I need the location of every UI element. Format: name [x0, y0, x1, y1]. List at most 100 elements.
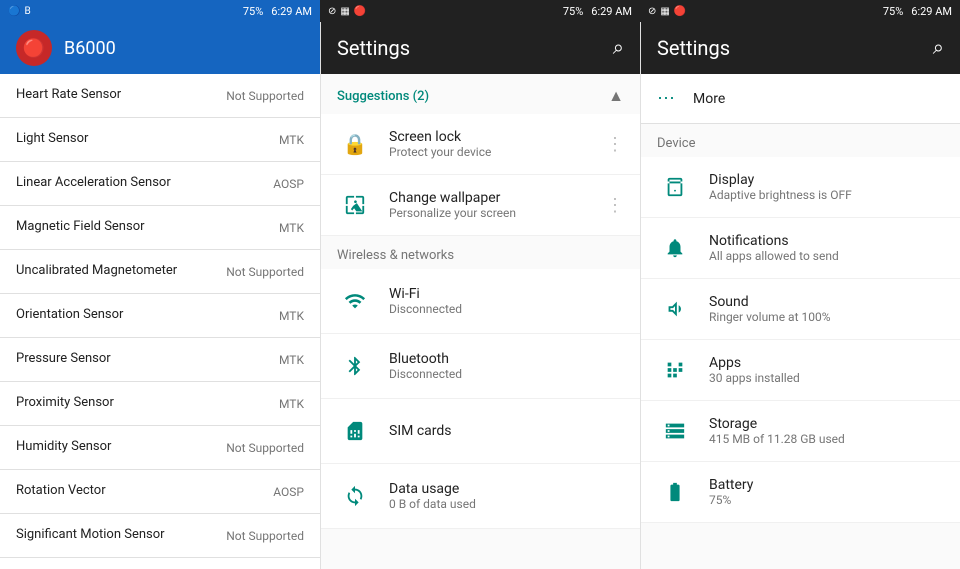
sensor-value: Not Supported — [226, 89, 304, 103]
wifi-item[interactable]: Wi-Fi Disconnected — [321, 269, 640, 334]
more-label: More — [693, 91, 725, 107]
sensor-value: Not Supported — [226, 529, 304, 543]
sensor-value: MTK — [279, 353, 304, 367]
time-right: 6:29 AM — [911, 5, 952, 18]
sensor-value: Not Supported — [226, 441, 304, 455]
middle-left-icons: ⊘ ▦ 🔴 — [328, 6, 366, 17]
sim-title: SIM cards — [389, 423, 624, 439]
left-status-icons: 🔵 B — [8, 6, 31, 17]
search-button-mid[interactable]: ⌕ — [613, 37, 624, 60]
apps-text: Apps 30 apps installed — [709, 355, 944, 385]
display-item[interactable]: Display Adaptive brightness is OFF — [641, 157, 960, 218]
more-vert-lock[interactable]: ⋮ — [606, 134, 624, 155]
sensor-name: Orientation Sensor — [16, 307, 271, 324]
battery-text: Battery 75% — [709, 477, 944, 507]
sensor-name: Magnetic Field Sensor — [16, 219, 271, 236]
right-right-icons: 75% 6:29 AM — [883, 5, 952, 18]
status-bar-left: 🔵 B 75% 6:29 AM — [0, 0, 320, 22]
suggestion-wallpaper-text: Change wallpaper Personalize your screen — [389, 190, 606, 220]
bluetooth-text: Bluetooth Disconnected — [389, 351, 624, 381]
wifi-icon-mid: ▦ — [340, 6, 349, 17]
sensor-list: Heart Rate Sensor Not Supported Light Se… — [0, 74, 320, 569]
time-mid: 6:29 AM — [591, 5, 632, 18]
suggestion-screen-lock-text: Screen lock Protect your device — [389, 129, 606, 159]
sound-sub: Ringer volume at 100% — [709, 310, 944, 324]
sound-title: Sound — [709, 294, 944, 310]
battery-title: Battery — [709, 477, 944, 493]
sensor-item: Humidity Sensor Not Supported — [0, 426, 320, 470]
display-title: Display — [709, 172, 944, 188]
settings-header-mid: Settings ⌕ — [321, 22, 640, 74]
battery-item[interactable]: Battery 75% — [641, 462, 960, 523]
more-section[interactable]: ⋯ More — [641, 74, 960, 124]
fire-icon-mid: 🔴 — [354, 6, 366, 17]
more-vert-wallpaper[interactable]: ⋮ — [606, 195, 624, 216]
sensor-item: Magnetic Field Sensor MTK — [0, 206, 320, 250]
storage-title: Storage — [709, 416, 944, 432]
panel-settings-right: Settings ⌕ ⋯ More Device Display Adaptiv… — [640, 22, 960, 569]
panel-settings-mid: Settings ⌕ Suggestions (2) ▲ 🔒 Screen lo… — [320, 22, 640, 569]
sensor-value: MTK — [279, 221, 304, 235]
status-bar: 🔵 B 75% 6:29 AM ⊘ ▦ 🔴 75% 6:29 AM ⊘ ▦ 🔴 … — [0, 0, 960, 22]
right-items-list: Display Adaptive brightness is OFF Notif… — [641, 157, 960, 523]
data-usage-icon — [337, 478, 373, 514]
sound-item[interactable]: Sound Ringer volume at 100% — [641, 279, 960, 340]
settings-title-mid: Settings — [337, 36, 410, 60]
sound-icon — [657, 291, 693, 327]
data-usage-item[interactable]: Data usage 0 B of data used — [321, 464, 640, 529]
sensor-item: Significant Motion Sensor Not Supported — [0, 514, 320, 558]
storage-item[interactable]: Storage 415 MB of 11.28 GB used — [641, 401, 960, 462]
notifications-title: Notifications — [709, 233, 944, 249]
bluetooth-item[interactable]: Bluetooth Disconnected — [321, 334, 640, 399]
sim-item[interactable]: SIM cards — [321, 399, 640, 464]
suggestions-list: 🔒 Screen lock Protect your device ⋮ Chan… — [321, 114, 640, 236]
display-icon — [657, 169, 693, 205]
fire-icon-right: 🔴 — [674, 6, 686, 17]
search-button-right[interactable]: ⌕ — [933, 37, 944, 60]
bluetooth-settings-icon — [337, 348, 373, 384]
suggestion-wallpaper[interactable]: Change wallpaper Personalize your screen… — [321, 175, 640, 236]
bluetooth-icon: 🔵 — [8, 6, 20, 17]
collapse-icon[interactable]: ▲ — [608, 86, 624, 106]
sensor-name: Proximity Sensor — [16, 395, 271, 412]
screen-lock-sub: Protect your device — [389, 145, 606, 159]
sensor-item: Heart Rate Sensor Not Supported — [0, 74, 320, 118]
status-bar-right: ⊘ ▦ 🔴 75% 6:29 AM — [640, 0, 960, 22]
sensor-name: Humidity Sensor — [16, 439, 218, 456]
status-bar-middle: ⊘ ▦ 🔴 75% 6:29 AM — [320, 0, 640, 22]
sound-text: Sound Ringer volume at 100% — [709, 294, 944, 324]
sensor-item: Rotation Vector AOSP — [0, 470, 320, 514]
notifications-item[interactable]: Notifications All apps allowed to send — [641, 218, 960, 279]
sensor-item: Orientation Sensor MTK — [0, 294, 320, 338]
sensor-value: MTK — [279, 397, 304, 411]
suggestion-screen-lock[interactable]: 🔒 Screen lock Protect your device ⋮ — [321, 114, 640, 175]
wallpaper-sub: Personalize your screen — [389, 206, 606, 220]
sensor-item: Step Counter Sensor Not Supported — [0, 558, 320, 569]
apps-item[interactable]: Apps 30 apps installed — [641, 340, 960, 401]
sim-text: SIM cards — [389, 423, 624, 439]
sensor-name: Pressure Sensor — [16, 351, 271, 368]
bt-icon-mid: ⊘ — [328, 6, 336, 17]
app-icon-emoji: 🔴 — [23, 38, 45, 59]
sensor-name: Significant Motion Sensor — [16, 527, 218, 544]
sensor-value: MTK — [279, 133, 304, 147]
sensor-value: Not Supported — [226, 265, 304, 279]
storage-icon — [657, 413, 693, 449]
sensor-item: Linear Acceleration Sensor AOSP — [0, 162, 320, 206]
suggestions-header: Suggestions (2) ▲ — [321, 74, 640, 114]
sensor-item: Proximity Sensor MTK — [0, 382, 320, 426]
sensor-name: Heart Rate Sensor — [16, 87, 218, 104]
battery-pct-mid: 75% — [563, 5, 583, 18]
apps-sub: 30 apps installed — [709, 371, 944, 385]
right-left-icons: ⊘ ▦ 🔴 — [648, 6, 686, 17]
data-usage-text: Data usage 0 B of data used — [389, 481, 624, 511]
wifi-sub: Disconnected — [389, 302, 624, 316]
sensors-header: 🔴 B6000 — [0, 22, 320, 74]
sensor-name: Linear Acceleration Sensor — [16, 175, 265, 192]
wallpaper-icon — [337, 187, 373, 223]
settings-header-right: Settings ⌕ — [641, 22, 960, 74]
sim-icon — [337, 413, 373, 449]
main-content: 🔴 B6000 Heart Rate Sensor Not Supported … — [0, 22, 960, 569]
wifi-text: Wi-Fi Disconnected — [389, 286, 624, 316]
apps-icon — [657, 352, 693, 388]
